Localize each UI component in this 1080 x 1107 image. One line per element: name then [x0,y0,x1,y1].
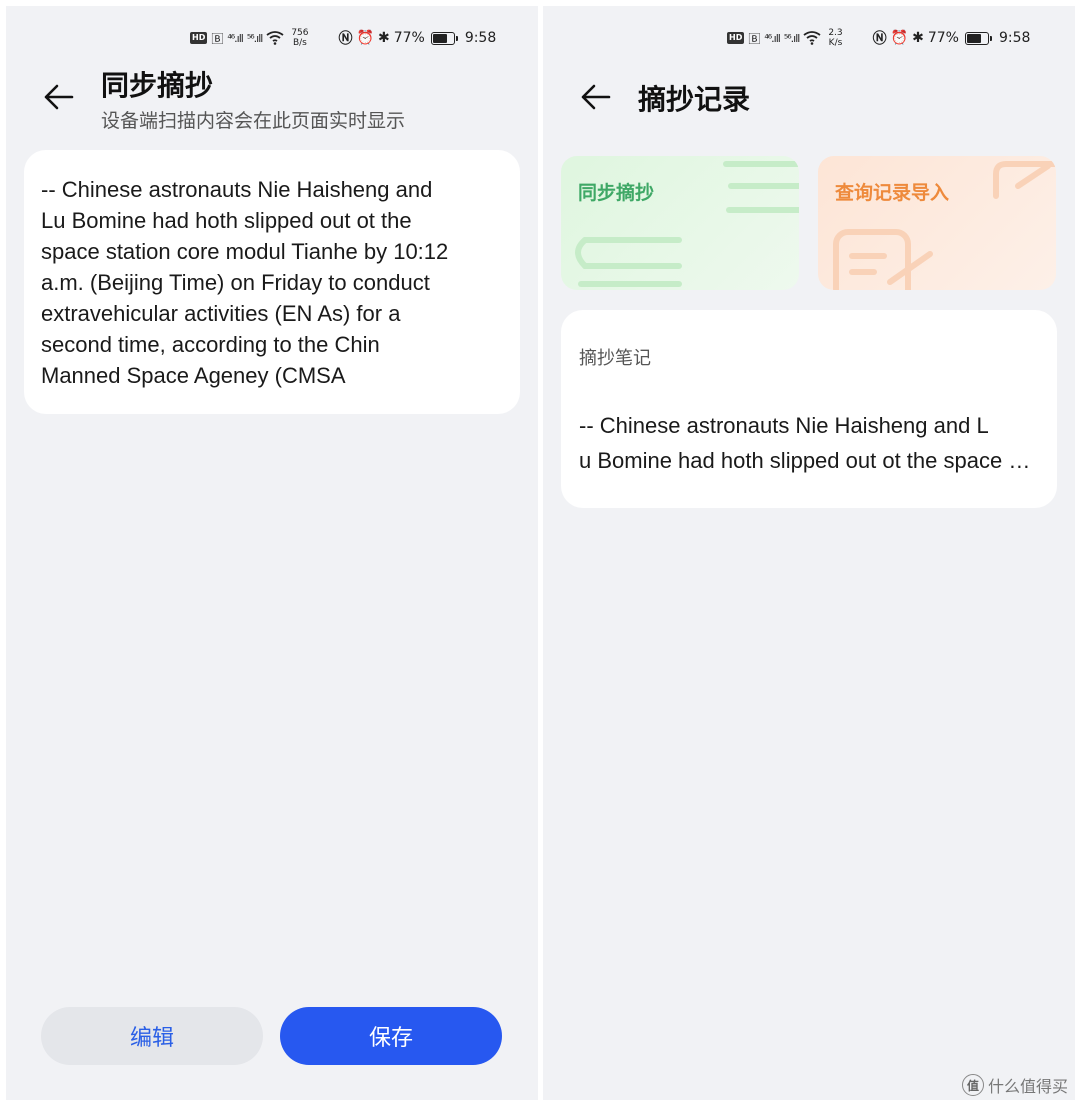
scanned-content-card: -- Chinese astronauts Nie Haisheng and L… [24,150,520,414]
nfc-icon: Ⓝ [872,31,887,47]
sync-excerpt-tile[interactable]: 同步摘抄 [561,156,799,290]
data-icon: 🄱 [748,31,761,46]
note-preview: -- Chinese astronauts Nie Haisheng and L… [579,408,1039,478]
books-icon [575,161,799,287]
sync-excerpt-screen: HD 🄱 ⁴⁶.ıll ⁵⁶.ıll 756 B/s Ⓝ ⏰ ✱ 77% 9:5… [6,6,538,1100]
battery-percent: 77% [393,30,425,46]
hd-icon: HD [190,32,208,44]
signal-4g-icon: ⁴⁶.ıll [227,31,244,45]
save-button[interactable]: 保存 [280,1007,502,1065]
content-line: second time, according to the Chin [41,332,380,357]
excerpt-records-screen: HD 🄱 ⁴⁶.ıll ⁵⁶.ıll 2.3 K/s Ⓝ ⏰ ✱ 77% 9:5… [543,6,1075,1100]
nfc-icon: Ⓝ [338,31,353,47]
bluetooth-icon: ✱ [377,30,390,46]
watermark-text: 什么值得买 [987,1077,1068,1096]
tile-label: 查询记录导入 [835,182,950,204]
wifi-icon [803,31,821,45]
page-subtitle: 设备端扫描内容会在此页面实时显示 [101,110,406,132]
page-title: 同步摘抄 [101,69,214,102]
bluetooth-icon: ✱ [912,30,924,46]
battery-percent: 77% [927,30,959,46]
content-line: a.m. (Beijing Time) on Friday to conduct [41,270,430,295]
hd-icon: HD [727,32,745,44]
clock: 9:58 [998,30,1031,46]
page-title: 摘抄记录 [638,83,751,116]
watermark: 值 什么值得买 [961,1073,1068,1097]
status-bar: HD 🄱 ⁴⁶.ıll ⁵⁶.ıll 2.3 K/s Ⓝ ⏰ ✱ 77% 9:5… [727,26,1030,50]
back-arrow-icon[interactable] [42,80,76,114]
battery-icon [430,31,458,45]
battery-icon [964,31,992,45]
alarm-icon: ⏰ [356,30,374,46]
tile-label: 同步摘抄 [578,182,655,204]
content-line: Lu Bomine had hoth slipped out ot the [41,208,412,233]
clock: 9:58 [464,30,497,46]
signal-5g-icon: ⁵⁶.ıll [783,31,801,45]
status-bar: HD 🄱 ⁴⁶.ıll ⁵⁶.ıll 756 B/s Ⓝ ⏰ ✱ 77% 9:5… [190,26,496,50]
note-line: -- Chinese astronauts Nie Haisheng and L [579,413,989,438]
signal-4g-icon: ⁴⁶.ıll [764,31,781,45]
wifi-icon [266,31,284,45]
excerpt-note-card[interactable]: 摘抄笔记 -- Chinese astronauts Nie Haisheng … [561,310,1057,508]
content-line: -- Chinese astronauts Nie Haisheng and [41,177,433,202]
back-arrow-icon[interactable] [579,80,613,114]
signal-5g-icon: ⁵⁶.ıll [246,31,264,45]
network-speed: 2.3 K/s [828,28,843,48]
watermark-logo-icon: 值 [961,1074,984,1096]
alarm-icon: ⏰ [890,30,909,46]
note-label: 摘抄笔记 [579,348,651,369]
document-edit-icon [833,161,1056,290]
import-records-tile[interactable]: 查询记录导入 [818,156,1056,290]
content-line: space station core modul Tianhe by 10:12 [41,239,449,264]
note-line: u Bomine had hoth slipped out ot the spa… [579,448,1039,473]
content-line: Manned Space Ageney (CMSA [41,363,346,388]
scanned-content-text: -- Chinese astronauts Nie Haisheng and L… [41,174,511,391]
content-line: extravehicular activities (EN As) for a [41,301,401,326]
edit-button[interactable]: 编辑 [41,1007,263,1065]
network-speed: 756 B/s [291,28,309,48]
data-icon: 🄱 [211,31,224,46]
